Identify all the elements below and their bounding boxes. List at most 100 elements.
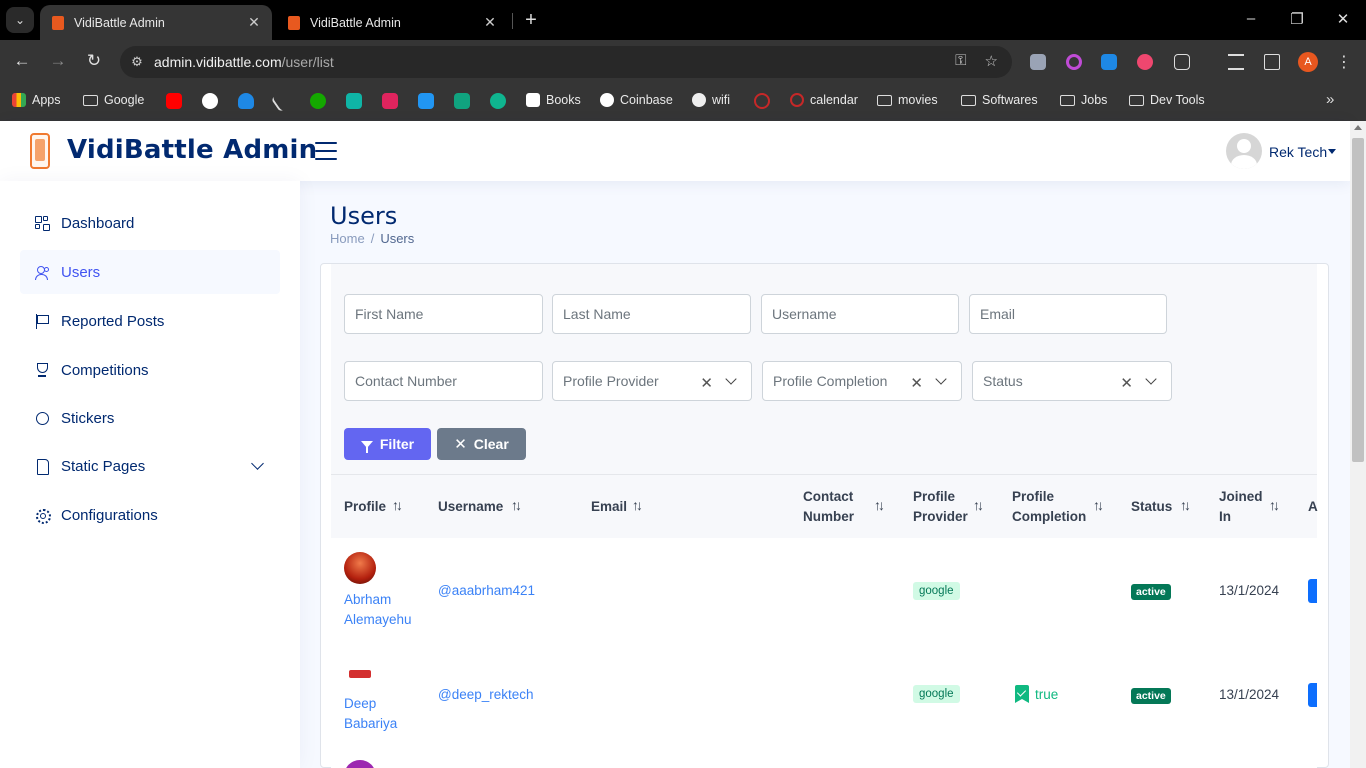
sort-icon[interactable]: ↑↓ [511, 497, 522, 513]
sort-icon[interactable]: ↑↓ [1269, 497, 1280, 513]
sidebar-item-static-pages[interactable]: Static Pages [20, 444, 280, 488]
upwork-icon[interactable] [310, 93, 326, 109]
col-status[interactable]: Status [1131, 497, 1172, 517]
avatar[interactable] [344, 552, 376, 584]
star-icon[interactable]: ☆ [985, 52, 998, 70]
reload-icon[interactable]: ↻ [82, 51, 106, 71]
contact-number-input[interactable]: Contact Number [344, 361, 543, 401]
media-icon[interactable] [1228, 54, 1244, 70]
action-button[interactable] [1308, 683, 1317, 707]
col-profile[interactable]: Profile [344, 497, 386, 517]
close-tab-icon[interactable]: ✕ [246, 14, 262, 31]
key-icon[interactable]: ⚿ [955, 52, 966, 70]
browser-tab[interactable]: VidiBattle Admin ✕ [276, 5, 508, 40]
sort-icon[interactable]: ↑↓ [1093, 497, 1104, 513]
action-button[interactable] [1308, 579, 1317, 603]
site-settings-icon[interactable]: ⚙ [120, 54, 154, 70]
extension-icon[interactable] [1101, 54, 1117, 70]
profile-name-link[interactable]: Abrham Alemayehu [344, 590, 412, 629]
username-input[interactable]: Username [761, 294, 959, 334]
minimize-icon[interactable]: – [1241, 10, 1261, 27]
puzzle-icon[interactable] [1174, 54, 1190, 70]
clear-button[interactable]: ✕ Clear [437, 428, 526, 460]
clear-x-icon[interactable]: ✕ [1120, 374, 1133, 392]
col-profile-completion[interactable]: Profile Completion [1012, 487, 1086, 527]
extension-icon[interactable] [1066, 54, 1082, 70]
chevron-down-icon[interactable] [935, 373, 947, 385]
brand-title[interactable]: VidiBattle Admin [67, 135, 317, 165]
profile-provider-select[interactable]: Profile Provider ✕ [552, 361, 752, 401]
vidibattle-logo-icon[interactable] [30, 133, 50, 169]
col-profile-provider[interactable]: Profile Provider [913, 487, 968, 527]
sort-icon[interactable]: ↑↓ [973, 497, 984, 513]
close-window-icon[interactable]: ✕ [1333, 10, 1353, 28]
menu-dots-icon[interactable]: ⋮ [1336, 52, 1352, 72]
p-icon[interactable] [382, 93, 398, 109]
chevron-down-icon[interactable] [1145, 373, 1157, 385]
username-link[interactable]: @aaabrham421 [438, 581, 535, 601]
col-contact-number[interactable]: Contact Number [803, 487, 854, 527]
bookmark-coinbase[interactable]: Coinbase [600, 93, 673, 107]
url-text[interactable]: admin.vidibattle.com/user/list [154, 54, 334, 70]
sidebar-item-dashboard[interactable]: Dashboard [20, 201, 280, 245]
user-name-dropdown[interactable]: Rek Tech [1269, 144, 1327, 160]
sidebar-item-configurations[interactable]: Configurations [20, 493, 280, 537]
back-icon[interactable]: ← [10, 51, 34, 71]
bookmark-books[interactable]: Books [526, 93, 581, 107]
sidebar-item-stickers[interactable]: Stickers [20, 396, 280, 440]
bookmark-movies[interactable]: movies [877, 93, 938, 107]
sort-icon[interactable]: ↑↓ [392, 497, 403, 513]
user-avatar[interactable] [1226, 133, 1262, 169]
last-name-input[interactable]: Last Name [552, 294, 751, 334]
bookmark-google[interactable]: Google [83, 93, 144, 107]
sidebar-item-competitions[interactable]: Competitions [20, 348, 280, 392]
side-panel-icon[interactable] [1264, 54, 1280, 70]
url-omnibox[interactable]: ⚙ admin.vidibattle.com/user/list ⚿ ☆ [120, 46, 1012, 78]
col-email[interactable]: Email [591, 497, 627, 517]
more-bookmarks-icon[interactable]: » [1326, 91, 1334, 108]
sort-icon[interactable]: ↑↓ [1180, 497, 1191, 513]
youtube-icon[interactable] [166, 93, 182, 109]
sort-icon[interactable]: ↑↓ [632, 497, 643, 513]
vscode-icon[interactable] [418, 93, 434, 109]
clear-x-icon[interactable]: ✕ [910, 374, 923, 392]
bookmark-dev-tools[interactable]: Dev Tools [1129, 93, 1205, 107]
sidebar-item-reported-posts[interactable]: Reported Posts [20, 299, 280, 343]
username-link[interactable]: @deep_rektech [438, 685, 534, 705]
browser-tab-active[interactable]: VidiBattle Admin ✕ [40, 5, 272, 40]
sidebar-item-users[interactable]: Users [20, 250, 280, 294]
chevron-down-icon[interactable] [725, 373, 737, 385]
tab-search-icon[interactable]: ⌄ [6, 7, 34, 33]
bookmark-calendar[interactable]: calendar [790, 93, 858, 107]
col-username[interactable]: Username [438, 497, 503, 517]
avatar[interactable] [344, 760, 376, 768]
cc-icon[interactable] [490, 93, 506, 109]
filter-button[interactable]: Filter [344, 428, 431, 460]
bookmark-softwares[interactable]: Softwares [961, 93, 1038, 107]
new-tab-icon[interactable]: + [520, 9, 542, 32]
chatgpt-icon[interactable] [454, 93, 470, 109]
red-bookmark-icon[interactable] [754, 93, 770, 109]
col-joined-in[interactable]: Joined In [1219, 487, 1263, 527]
extension-icon[interactable] [1137, 54, 1153, 70]
profile-name-link[interactable]: Deep Babariya [344, 694, 397, 733]
onedrive-icon[interactable] [238, 93, 254, 109]
extension-icon[interactable] [1030, 54, 1046, 70]
bookmark-apps[interactable]: Apps [12, 93, 61, 107]
scrollbar-thumb[interactable] [1352, 138, 1364, 462]
close-tab-icon[interactable]: ✕ [482, 14, 498, 31]
github-icon[interactable] [202, 93, 218, 109]
restore-icon[interactable]: ❐ [1287, 10, 1307, 28]
status-select[interactable]: Status ✕ [972, 361, 1172, 401]
avatar[interactable] [349, 670, 371, 678]
d-icon[interactable] [346, 93, 362, 109]
bookmark-jobs[interactable]: Jobs [1060, 93, 1107, 107]
hamburger-menu-icon[interactable] [315, 142, 337, 160]
profile-completion-select[interactable]: Profile Completion ✕ [762, 361, 962, 401]
sort-icon[interactable]: ↑↓ [874, 497, 885, 513]
caret-down-icon[interactable] [1328, 149, 1336, 154]
breadcrumb-home[interactable]: Home [330, 231, 365, 246]
col-action[interactable]: A [1308, 497, 1318, 517]
first-name-input[interactable]: First Name [344, 294, 543, 334]
bookmark-wifi[interactable]: wifi [692, 93, 730, 107]
